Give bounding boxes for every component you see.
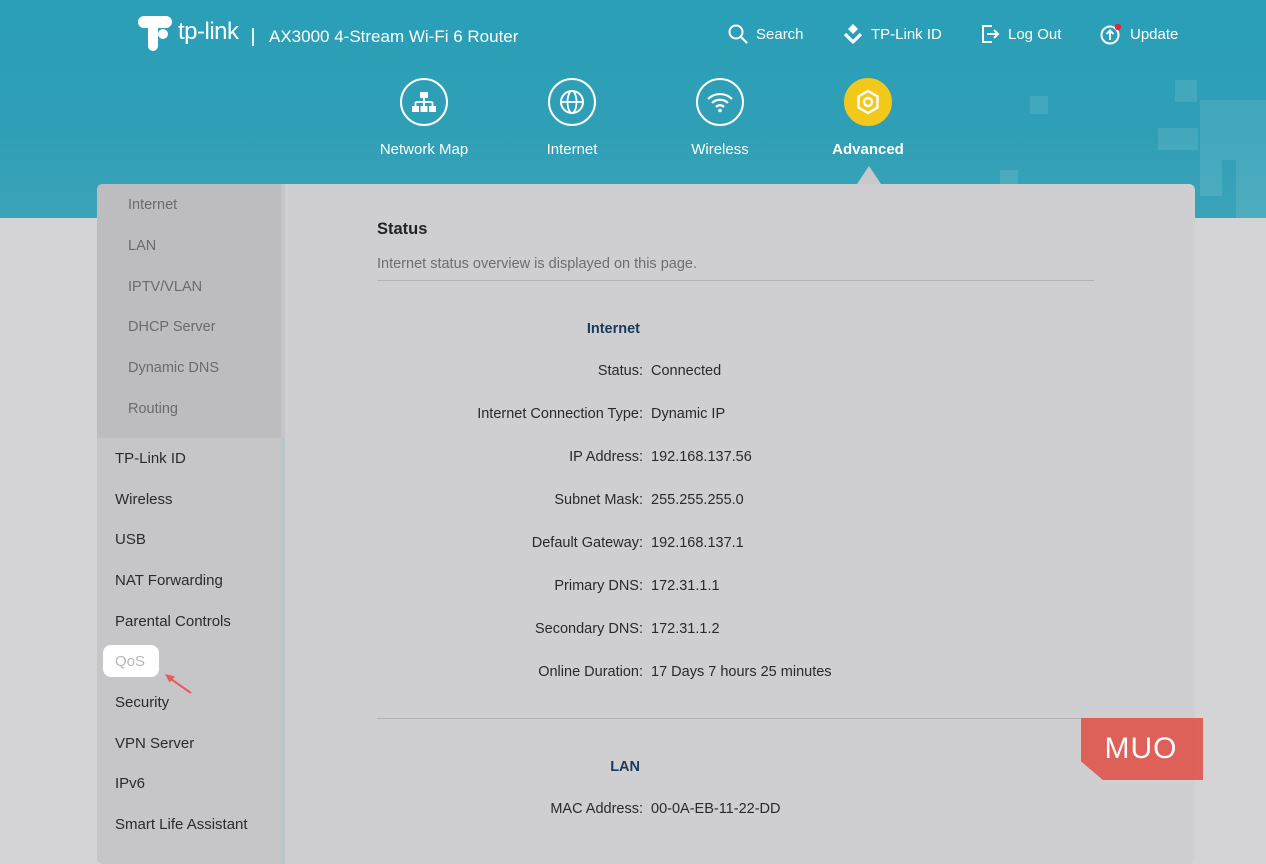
info-row: MAC Address: 00-0A-EB-11-22-DD: [285, 801, 1195, 821]
sidebar: Internet LAN IPTV/VLAN DHCP Server Dynam…: [97, 184, 285, 864]
info-row: Default Gateway: 192.168.137.1: [285, 535, 1195, 555]
sidebar-subitem-lan[interactable]: LAN: [128, 238, 156, 254]
row-value: Connected: [651, 363, 722, 379]
sidebar-item-smart-life-assistant[interactable]: Smart Life Assistant: [115, 816, 248, 833]
tab-network-map-label: Network Map: [379, 141, 469, 158]
row-value: 172.31.1.2: [651, 621, 720, 637]
section-heading-lan: LAN: [610, 759, 640, 775]
sidebar-item-security[interactable]: Security: [115, 694, 169, 711]
section-heading-internet: Internet: [586, 321, 640, 337]
info-row: Internet Connection Type: Dynamic IP: [285, 406, 1195, 426]
update-label: Update: [1130, 25, 1179, 43]
tplink-id-link[interactable]: TP-Link ID: [843, 22, 942, 46]
page-title: Status: [377, 220, 428, 238]
row-key: Internet Connection Type:: [477, 406, 643, 422]
tab-advanced-label: Advanced: [832, 141, 904, 158]
logout-label: Log Out: [1008, 25, 1062, 43]
sidebar-item-parental-controls[interactable]: Parental Controls: [115, 613, 231, 630]
info-row: Primary DNS: 172.31.1.1: [285, 578, 1195, 598]
row-value: 172.31.1.1: [651, 578, 720, 594]
sidebar-item-ipv6[interactable]: IPv6: [115, 775, 145, 792]
update-icon: [1100, 23, 1122, 45]
tplink-id-icon: [843, 24, 863, 44]
watermark-text: MUO: [1104, 732, 1178, 765]
wifi-icon: [696, 78, 744, 126]
search-link[interactable]: Search: [728, 22, 804, 46]
row-key: Subnet Mask:: [554, 492, 643, 508]
row-key: Status:: [597, 363, 643, 379]
info-row: IP Address: 192.168.137.56: [285, 449, 1195, 469]
info-row: Online Duration: 17 Days 7 hours 25 minut…: [285, 664, 1195, 684]
tab-advanced[interactable]: Advanced: [808, 78, 928, 158]
sidebar-subitem-dynamic-dns[interactable]: Dynamic DNS: [128, 360, 219, 376]
info-row: Status: Connected: [285, 363, 1195, 383]
row-value: 192.168.137.56: [651, 449, 752, 465]
info-row: Subnet Mask: 255.255.255.0: [285, 492, 1195, 512]
search-icon: [728, 24, 748, 44]
tplink-id-label: TP-Link ID: [871, 25, 942, 43]
tab-wireless[interactable]: Wireless: [660, 78, 780, 158]
tab-wireless-label: Wireless: [691, 141, 749, 158]
top-links: Search TP-Link ID Log Out Update: [0, 22, 1266, 50]
sidebar-item-nat-forwarding[interactable]: NAT Forwarding: [115, 572, 223, 589]
sidebar-subgroup-network: Internet LAN IPTV/VLAN DHCP Server Dynam…: [97, 184, 281, 438]
main-card: Internet LAN IPTV/VLAN DHCP Server Dynam…: [97, 184, 1195, 864]
sidebar-subitem-routing[interactable]: Routing: [128, 401, 178, 417]
page-description: Internet status overview is displayed on…: [377, 256, 697, 272]
active-tab-pointer: [857, 166, 881, 184]
update-link[interactable]: Update: [1100, 22, 1178, 46]
muo-watermark: MUO: [1081, 718, 1203, 780]
row-value: Dynamic IP: [651, 406, 726, 422]
row-key: Primary DNS:: [554, 578, 643, 594]
row-value: 00-0A-EB-11-22-DD: [651, 801, 781, 817]
sidebar-item-wireless[interactable]: Wireless: [115, 491, 173, 508]
row-key: MAC Address:: [550, 801, 643, 817]
tab-internet-label: Internet: [546, 141, 598, 158]
gear-icon: [844, 78, 892, 126]
tab-internet[interactable]: Internet: [512, 78, 632, 158]
network-map-icon: [400, 78, 448, 126]
row-key: Online Duration:: [538, 664, 643, 680]
row-value: 192.168.137.1: [651, 535, 744, 551]
logout-link[interactable]: Log Out: [980, 22, 1061, 46]
sidebar-subitem-dhcp-server[interactable]: DHCP Server: [128, 319, 216, 335]
divider: [377, 718, 1094, 719]
sidebar-item-qos[interactable]: QoS: [115, 653, 145, 670]
search-label: Search: [756, 25, 804, 43]
info-row: Secondary DNS: 172.31.1.2: [285, 621, 1195, 641]
row-value: 255.255.255.0: [651, 492, 744, 508]
globe-icon: [548, 78, 596, 126]
sidebar-subitem-iptv-vlan[interactable]: IPTV/VLAN: [128, 279, 202, 295]
annotation-arrow-icon: [165, 674, 192, 694]
row-value: 17 Days 7 hours 25 minutes: [651, 664, 832, 680]
sidebar-subitem-internet[interactable]: Internet: [128, 197, 177, 213]
sidebar-item-usb[interactable]: USB: [115, 531, 146, 548]
divider: [377, 280, 1094, 281]
tab-network-map[interactable]: Network Map: [364, 78, 484, 158]
row-key: Secondary DNS:: [535, 621, 643, 637]
row-key: Default Gateway:: [531, 535, 643, 551]
sidebar-item-tplink-id[interactable]: TP-Link ID: [115, 450, 186, 467]
row-key: IP Address:: [569, 449, 643, 465]
sidebar-item-vpn-server[interactable]: VPN Server: [115, 735, 194, 752]
logout-icon: [982, 25, 1000, 43]
content-panel: Status Internet status overview is displ…: [285, 184, 1195, 864]
